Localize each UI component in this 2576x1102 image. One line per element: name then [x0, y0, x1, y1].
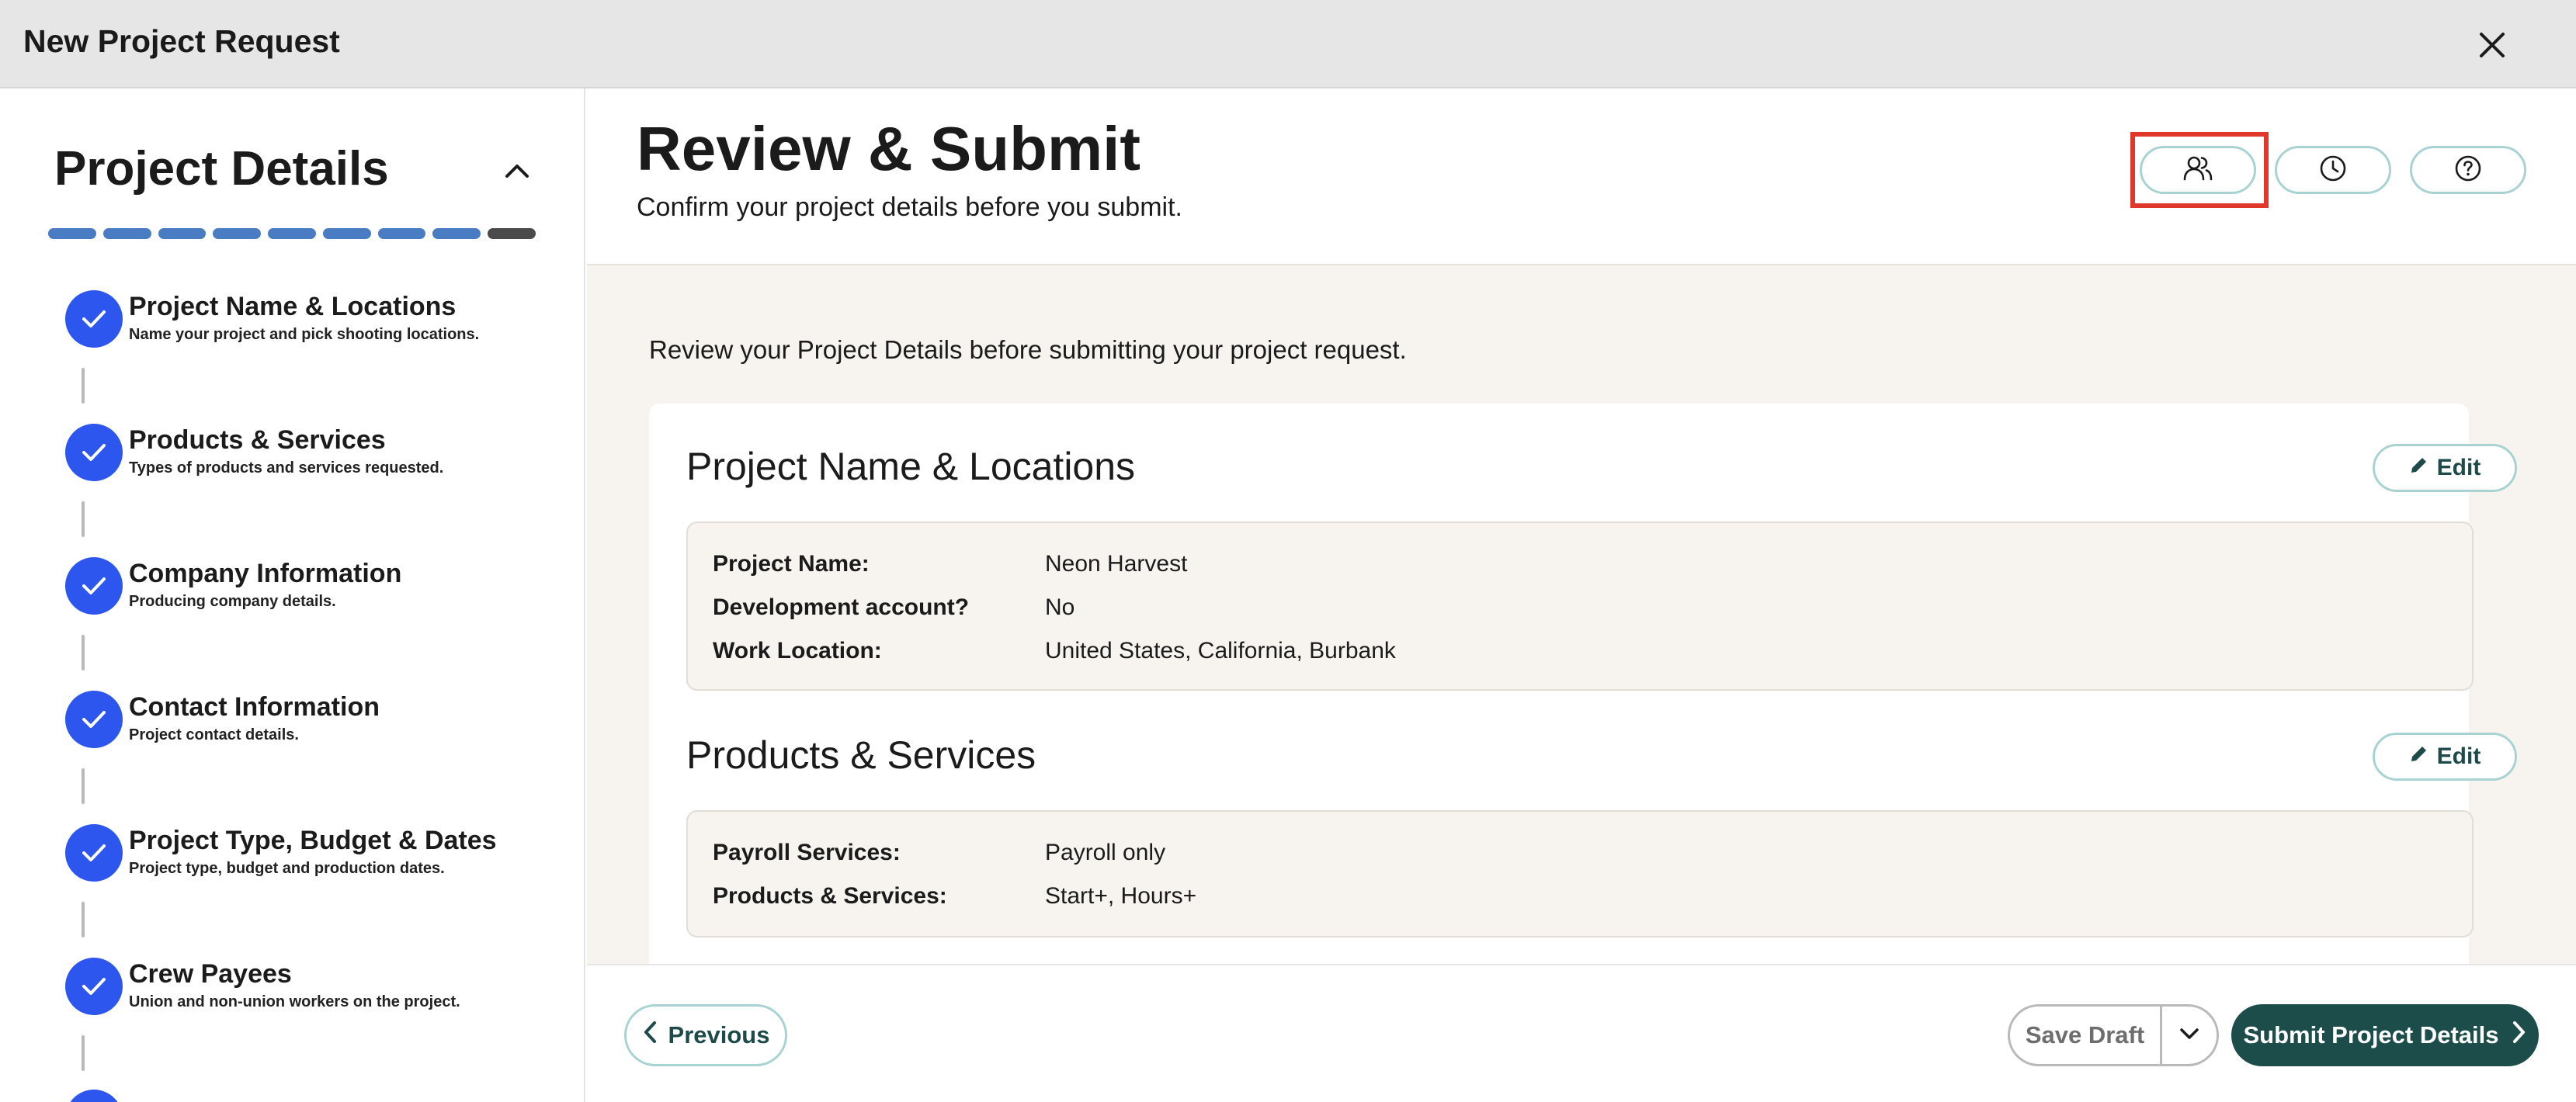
save-draft-split-button: Save Draft: [2008, 1004, 2219, 1066]
step-connector: [82, 501, 85, 537]
sidebar-step-project-name-locations[interactable]: Project Name & Locations Name your proje…: [65, 290, 578, 360]
sidebar-heading: Project Details: [54, 142, 389, 196]
check-icon: [65, 958, 123, 1015]
step-connector: [82, 368, 85, 404]
section-title-project-name-locations: Project Name & Locations: [686, 445, 1136, 488]
step-title: Products & Services: [129, 425, 386, 455]
edit-project-name-button[interactable]: Edit: [2373, 444, 2517, 492]
edit-label: Edit: [2436, 455, 2481, 480]
products-services-details: Payroll Services: Payroll only Products …: [686, 810, 2474, 937]
check-icon: [65, 691, 123, 748]
step-description: Types of products and services requested…: [129, 459, 444, 476]
help-button[interactable]: [2410, 146, 2526, 194]
detail-value: Neon Harvest: [1045, 551, 1188, 577]
check-icon: [65, 824, 123, 882]
step-connector: [82, 768, 85, 804]
step-description: Producing company details.: [129, 593, 336, 610]
chevron-down-icon: [2178, 1027, 2200, 1045]
footer-bar: Previous Save Draft Submit Project Detai…: [587, 964, 2576, 1102]
step-title: Project Type, Budget & Dates: [129, 826, 497, 855]
save-draft-button[interactable]: Save Draft: [2010, 1007, 2162, 1064]
edit-products-services-button[interactable]: Edit: [2373, 733, 2517, 781]
detail-label: Development account?: [713, 594, 970, 620]
section-title-products-services: Products & Services: [686, 733, 1036, 777]
progress-segment: [432, 228, 481, 239]
previous-label: Previous: [668, 1021, 770, 1048]
step-connector: [82, 1035, 85, 1071]
detail-label: Project Name:: [713, 551, 870, 577]
sidebar-step-project-type-budget-dates[interactable]: Project Type, Budget & Dates Project typ…: [65, 824, 578, 894]
help-icon: [2454, 154, 2482, 186]
detail-value: United States, California, Burbank: [1045, 638, 1396, 664]
highlight-box: [2130, 132, 2269, 208]
close-icon[interactable]: [2469, 22, 2515, 68]
chevron-right-icon: [2512, 1020, 2527, 1051]
next-step-circle[interactable]: [65, 1090, 123, 1102]
check-icon: [65, 424, 123, 481]
history-button[interactable]: [2275, 146, 2391, 194]
review-card: Project Name & Locations Edit Project Na…: [649, 404, 2517, 964]
clock-icon: [2319, 154, 2347, 186]
submit-label: Submit Project Details: [2243, 1021, 2499, 1048]
page-subtitle: Confirm your project details before you …: [637, 192, 1182, 222]
sidebar: Project Details Project Name & Locations…: [0, 88, 585, 1102]
page-title: Review & Submit: [637, 114, 1141, 183]
main-header: Review & Submit Confirm your project det…: [587, 88, 2576, 265]
title-bar: New Project Request: [0, 0, 2576, 88]
sidebar-step-company-information[interactable]: Company Information Producing company de…: [65, 557, 578, 627]
step-connector: [82, 635, 85, 671]
detail-value: Payroll only: [1045, 840, 1166, 865]
previous-button[interactable]: Previous: [624, 1004, 787, 1066]
sidebar-step-contact-information[interactable]: Contact Information Project contact deta…: [65, 691, 578, 761]
pencil-icon: [2409, 743, 2429, 770]
progress-segment: [158, 228, 207, 239]
detail-value: Start+, Hours+: [1045, 883, 1197, 909]
chevron-left-icon: [642, 1020, 658, 1051]
progress-segment: [48, 228, 96, 239]
edit-label: Edit: [2436, 743, 2481, 769]
progress-segment-current: [488, 228, 536, 239]
intro-text: Review your Project Details before submi…: [649, 335, 1407, 364]
sidebar-step-products-services[interactable]: Products & Services Types of products an…: [65, 424, 578, 494]
step-progress-bar: [48, 228, 536, 239]
review-content: Review your Project Details before submi…: [587, 265, 2576, 964]
project-name-details: Project Name: Neon Harvest Development a…: [686, 522, 2474, 691]
detail-value: No: [1045, 594, 1075, 620]
progress-segment: [377, 228, 426, 239]
step-title: Project Name & Locations: [129, 292, 457, 321]
check-icon: [65, 290, 123, 348]
detail-label: Products & Services:: [713, 883, 947, 909]
detail-label: Payroll Services:: [713, 840, 901, 865]
detail-label: Work Location:: [713, 638, 882, 664]
step-connector: [82, 902, 85, 937]
window-title: New Project Request: [23, 23, 340, 59]
step-description: Union and non-union workers on the proje…: [129, 993, 460, 1010]
step-description: Project contact details.: [129, 726, 299, 743]
progress-segment: [213, 228, 262, 239]
progress-segment: [268, 228, 316, 239]
step-title: Company Information: [129, 559, 402, 588]
sidebar-step-crew-payees[interactable]: Crew Payees Union and non-union workers …: [65, 958, 578, 1027]
submit-project-details-button[interactable]: Submit Project Details: [2231, 1004, 2539, 1066]
progress-segment: [322, 228, 371, 239]
save-draft-menu-button[interactable]: [2162, 1007, 2217, 1064]
pencil-icon: [2409, 455, 2429, 481]
step-title: Contact Information: [129, 692, 380, 722]
step-description: Project type, budget and production date…: [129, 860, 445, 877]
step-description: Name your project and pick shooting loca…: [129, 326, 480, 343]
chevron-up-icon[interactable]: [494, 147, 540, 194]
check-icon: [65, 557, 123, 615]
progress-segment: [102, 228, 151, 239]
step-title: Crew Payees: [129, 959, 292, 989]
